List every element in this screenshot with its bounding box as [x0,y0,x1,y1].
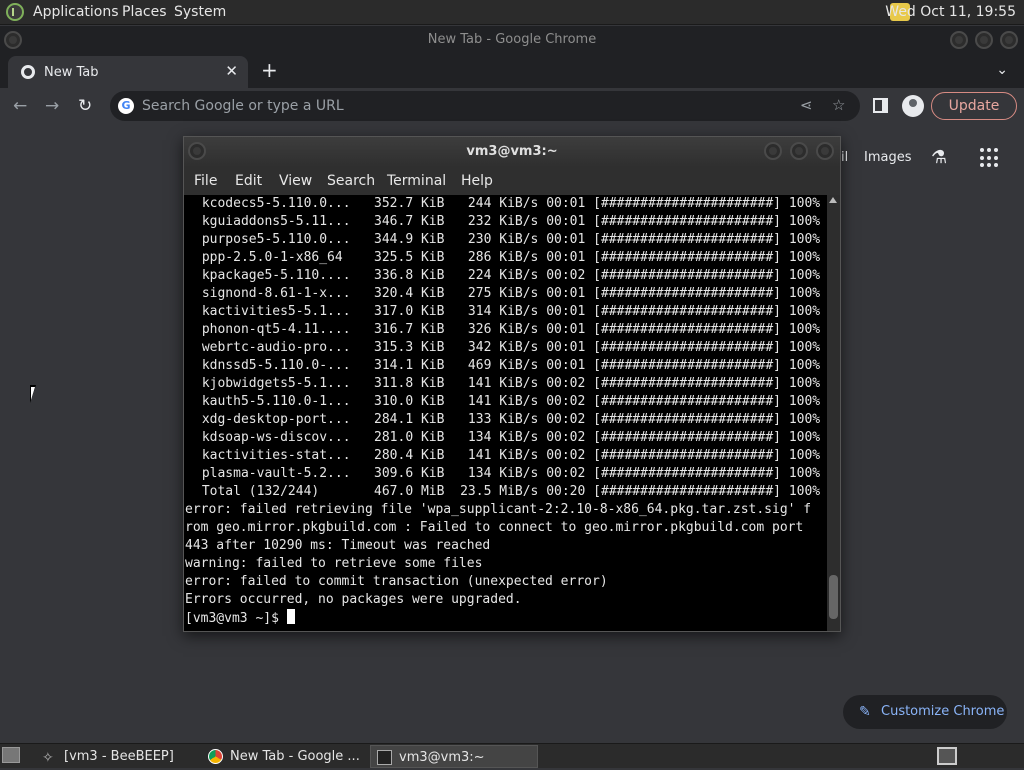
tab-search-chevron-icon[interactable]: ⌄ [996,62,1008,78]
mouse-cursor-icon [30,385,42,403]
terminal-icon [377,750,392,765]
tab-strip: New Tab ✕ + ⌄ [0,54,1024,88]
profile-avatar-icon[interactable] [902,95,924,117]
terminal-window[interactable]: vm3@vm3:~ File Edit View Search Terminal… [183,136,841,632]
bookmark-star-icon[interactable]: ☆ [832,96,845,114]
bottom-taskbar: ✧ [vm3 - BeeBEEP] New Tab - Google ... v… [0,743,1024,768]
scrollbar-thumb[interactable] [829,575,838,619]
task-beebeep[interactable]: ✧ [vm3 - BeeBEEP] [36,745,196,768]
task-chrome[interactable]: New Tab - Google ... [202,745,368,768]
shell-prompt-line[interactable]: [vm3@vm3 ~]$ [185,609,827,627]
download-row: kactivities5-5.1... 317.0 KiB 314 KiB/s … [194,304,821,319]
status-message: Errors occurred, no packages were upgrad… [185,592,522,607]
update-button[interactable]: Update [931,92,1017,120]
images-link[interactable]: Images [864,150,912,165]
forward-icon[interactable]: → [45,96,59,116]
download-row: kdnssd5-5.110.0-... 314.1 KiB 469 KiB/s … [194,358,821,373]
google-g-icon: G [118,98,134,114]
scroll-up-arrow-icon[interactable] [829,197,837,203]
close-window-icon[interactable] [1000,31,1018,49]
terminal-scrollbar[interactable] [827,195,840,631]
terminal-maximize-icon[interactable] [790,142,808,160]
tab-label: New Tab [44,65,99,80]
task-label: [vm3 - BeeBEEP] [64,749,174,764]
download-row: kpackage5-5.110.... 336.8 KiB 224 KiB/s … [194,268,821,283]
clock[interactable]: Wed Oct 11, 19:55 [885,4,1016,20]
omnibox[interactable]: G Search Google or type a URL ⋖ ☆ [110,91,860,121]
warning-message: warning: failed to retrieve some files [185,556,483,571]
terminal-close-icon[interactable] [816,142,834,160]
chrome-window-title: New Tab - Google Chrome [427,32,597,47]
menu-view[interactable]: View [279,173,312,189]
download-row: kauth5-5.110.0-1... 310.0 KiB 141 KiB/s … [194,394,821,409]
tab-close-icon[interactable]: ✕ [225,62,238,80]
tab-new-tab[interactable]: New Tab ✕ [8,56,248,88]
error-message-continued: rom geo.mirror.pkgbuild.com : Failed to … [185,520,804,535]
terminal-titlebar[interactable]: vm3@vm3:~ [184,137,840,167]
menu-edit[interactable]: Edit [235,173,262,189]
pencil-icon: ✎ [859,704,871,720]
text-cursor [286,609,295,624]
download-row: purpose5-5.110.0... 344.9 KiB 230 KiB/s … [194,232,821,247]
download-row: plasma-vault-5.2... 309.6 KiB 134 KiB/s … [194,466,821,481]
download-total-row: Total (132/244) 467.0 MiB 23.5 MiB/s 00:… [194,484,821,499]
terminal-menubar: File Edit View Search Terminal Help [184,167,840,195]
side-panel-icon[interactable] [873,98,888,113]
chrome-titlebar[interactable]: New Tab - Google Chrome [0,26,1024,54]
error-message: error: failed to commit transaction (une… [185,574,608,589]
download-row: kdsoap-ws-discov... 281.0 KiB 134 KiB/s … [194,430,821,445]
download-row: webrtc-audio-pro... 315.3 KiB 342 KiB/s … [194,340,821,355]
chrome-favicon-icon [21,65,35,79]
chrome-toolbar: ← → ↻ G Search Google or type a URL ⋖ ☆ … [0,88,1024,126]
menu-terminal[interactable]: Terminal [387,173,446,189]
menu-help[interactable]: Help [461,173,493,189]
places-menu[interactable]: Places [122,4,167,20]
menu-search[interactable]: Search [327,173,375,189]
terminal-output[interactable]: kcodecs5-5.110.0... 352.7 KiB 244 KiB/s … [184,195,827,631]
system-menu[interactable]: System [174,4,226,20]
task-label: vm3@vm3:~ [399,750,485,765]
terminal-window-menu-icon[interactable] [188,142,206,160]
back-icon[interactable]: ← [13,96,27,116]
chrome-icon [208,749,223,764]
download-row: signond-8.61-1-x... 320.4 KiB 275 KiB/s … [194,286,821,301]
terminal-title: vm3@vm3:~ [466,144,558,159]
shell-prompt: [vm3@vm3 ~]$ [185,611,287,626]
window-menu-icon[interactable] [4,31,22,49]
distro-logo-icon[interactable] [6,3,24,21]
applications-menu[interactable]: Applications [33,4,119,20]
download-row: kcodecs5-5.110.0... 352.7 KiB 244 KiB/s … [194,196,821,211]
error-message-continued: 443 after 10290 ms: Timeout was reached [185,538,491,553]
download-row: kjobwidgets5-5.1... 311.8 KiB 141 KiB/s … [194,376,821,391]
gmail-link-partial[interactable]: il [841,150,848,165]
labs-flask-icon[interactable]: ⚗ [931,147,947,168]
reload-icon[interactable]: ↻ [78,96,92,116]
customize-chrome-button[interactable]: ✎ Customize Chrome [843,695,1007,729]
download-row: phonon-qt5-4.11.... 316.7 KiB 326 KiB/s … [194,322,821,337]
top-panel: Applications Places System Wed Oct 11, 1… [0,0,1024,25]
download-row: ppp-2.5.0-1-x86_64 325.5 KiB 286 KiB/s 0… [194,250,821,265]
download-row: kguiaddons5-5.11... 346.7 KiB 232 KiB/s … [194,214,821,229]
task-terminal[interactable]: vm3@vm3:~ [370,745,538,768]
show-desktop-icon[interactable] [2,747,20,763]
task-label: New Tab - Google ... [230,749,360,764]
google-apps-grid-icon[interactable] [980,148,1000,168]
error-message: error: failed retrieving file 'wpa_suppl… [185,502,812,517]
minimize-icon[interactable] [950,31,968,49]
omnibox-placeholder: Search Google or type a URL [142,98,344,114]
workspace-switcher-icon[interactable] [937,747,957,765]
customize-chrome-label: Customize Chrome [881,704,1005,719]
beebeep-icon: ✧ [42,750,54,766]
share-icon[interactable]: ⋖ [800,96,813,114]
maximize-icon[interactable] [975,31,993,49]
download-row: kactivities-stat... 280.4 KiB 141 KiB/s … [194,448,821,463]
download-row: xdg-desktop-port... 284.1 KiB 133 KiB/s … [194,412,821,427]
terminal-minimize-icon[interactable] [764,142,782,160]
menu-file[interactable]: File [194,173,217,189]
new-tab-plus-icon[interactable]: + [261,58,278,82]
